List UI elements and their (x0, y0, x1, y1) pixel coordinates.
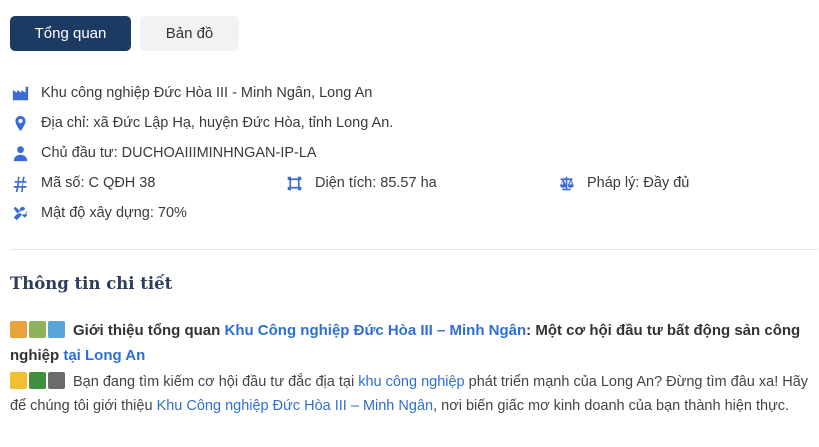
tools-icon (10, 203, 30, 223)
user-icon (10, 143, 30, 163)
scale-icon (556, 173, 576, 193)
park-link[interactable]: Khu Công nghiệp Đức Hòa III – Minh Ngân (224, 322, 526, 339)
tree-emoji-icon (29, 372, 46, 389)
building-emoji-icon (48, 321, 65, 338)
sparkle-emoji-icon (10, 372, 27, 389)
park-name: Khu công nghiệp Đức Hòa III - Minh Ngân,… (41, 85, 373, 101)
tab-bar: Tổng quan Bản đồ (10, 16, 239, 51)
tab-map[interactable]: Bản đồ (140, 16, 239, 51)
info-row-address: Địa chỉ: xã Đức Lập Hạ, huyện Đức Hòa, t… (10, 108, 810, 138)
spec-area: Diện tích: 85.57 ha (284, 173, 437, 193)
location-pin-icon (10, 113, 30, 133)
park-investor: Chủ đầu tư: DUCHOAIIIMINHNGAN-IP-LA (41, 145, 317, 161)
info-row-investor: Chủ đầu tư: DUCHOAIIIMINHNGAN-IP-LA (10, 138, 810, 168)
info-row-name: Khu công nghiệp Đức Hòa III - Minh Ngân,… (10, 78, 810, 108)
house-emoji-icon (29, 321, 46, 338)
spec-code: Mã số: C QĐH 38 (10, 173, 155, 193)
construction-density: Mật độ xây dựng: 70% (41, 205, 187, 221)
park-address: Địa chỉ: xã Đức Lập Hạ, huyện Đức Hòa, t… (41, 115, 394, 131)
factory-icon (10, 83, 30, 103)
info-panel: Khu công nghiệp Đức Hòa III - Minh Ngân,… (10, 78, 810, 228)
info-row-specs: Mã số: C QĐH 38 Diện tích: 85.57 ha Pháp… (10, 168, 810, 198)
park-link-2[interactable]: Khu Công nghiệp Đức Hòa III – Minh Ngân (157, 398, 434, 414)
hash-icon (10, 173, 30, 193)
factory-emoji-icon (48, 372, 65, 389)
area-icon (284, 173, 304, 193)
long-an-link[interactable]: tại Long An (63, 347, 145, 364)
info-row-density: Mật độ xây dựng: 70% (10, 198, 810, 228)
intro-heading: Giới thiệu tổng quan Khu Công nghiệp Đức… (10, 321, 801, 364)
industrial-park-link[interactable]: khu công nghiệp (358, 374, 464, 390)
divider (10, 249, 818, 250)
intro-paragraph: Bạn đang tìm kiếm cơ hội đầu tư đắc địa … (10, 372, 809, 414)
tab-overview[interactable]: Tổng quan (10, 16, 131, 51)
section-title: Thông tin chi tiết (10, 274, 173, 293)
spec-legal: Pháp lý: Đầy đủ (556, 173, 689, 193)
construction-emoji-icon (10, 321, 27, 338)
